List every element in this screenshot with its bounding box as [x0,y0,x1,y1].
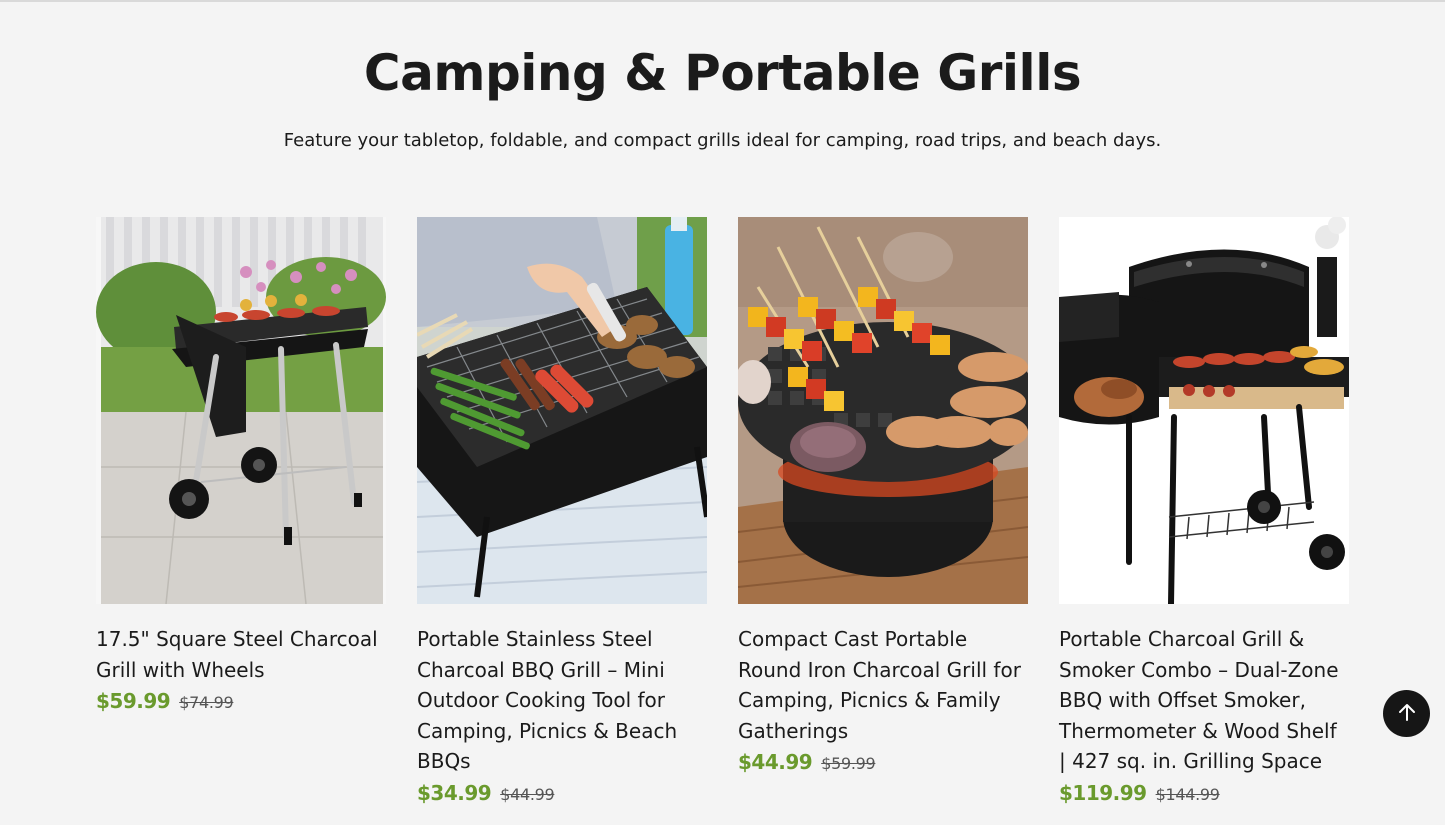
sale-price: $44.99 [738,750,813,774]
product-title[interactable]: Portable Charcoal Grill & Smoker Combo –… [1059,624,1349,777]
section-subtitle: Feature your tabletop, foldable, and com… [283,130,1162,151]
product-image[interactable] [417,217,707,604]
product-card[interactable]: Portable Stainless Steel Charcoal BBQ Gr… [417,217,707,805]
product-card[interactable]: Compact Cast Portable Round Iron Charcoa… [738,217,1028,805]
compare-at-price: $74.99 [179,693,234,712]
product-grid: 17.5" Square Steel Charcoal Grill with W… [96,217,1350,805]
product-image[interactable] [1059,217,1349,604]
product-title[interactable]: Compact Cast Portable Round Iron Charcoa… [738,624,1028,746]
product-card[interactable]: 17.5" Square Steel Charcoal Grill with W… [96,217,386,805]
product-title[interactable]: 17.5" Square Steel Charcoal Grill with W… [96,624,386,685]
price-row: $34.99 $44.99 [417,781,707,805]
price-row: $59.99 $74.99 [96,689,386,713]
product-card[interactable]: Portable Charcoal Grill & Smoker Combo –… [1059,217,1349,805]
sale-price: $34.99 [417,780,492,805]
price-row: $119.99 $144.99 [1059,781,1349,805]
product-title[interactable]: Portable Stainless Steel Charcoal BBQ Gr… [417,624,707,777]
section-title: Camping & Portable Grills [363,44,1082,102]
price-row: $44.99 $59.99 [738,750,1028,774]
top-divider [0,0,1445,2]
sale-price: $119.99 [1059,780,1147,805]
compare-at-price: $144.99 [1155,784,1220,804]
sale-price: $59.99 [96,689,171,713]
compare-at-price: $44.99 [500,784,555,804]
product-image[interactable] [96,217,386,604]
product-image[interactable] [738,217,1028,604]
back-to-top-button[interactable] [1383,690,1430,737]
compare-at-price: $59.99 [821,754,876,773]
arrow-up-icon [1397,702,1417,726]
